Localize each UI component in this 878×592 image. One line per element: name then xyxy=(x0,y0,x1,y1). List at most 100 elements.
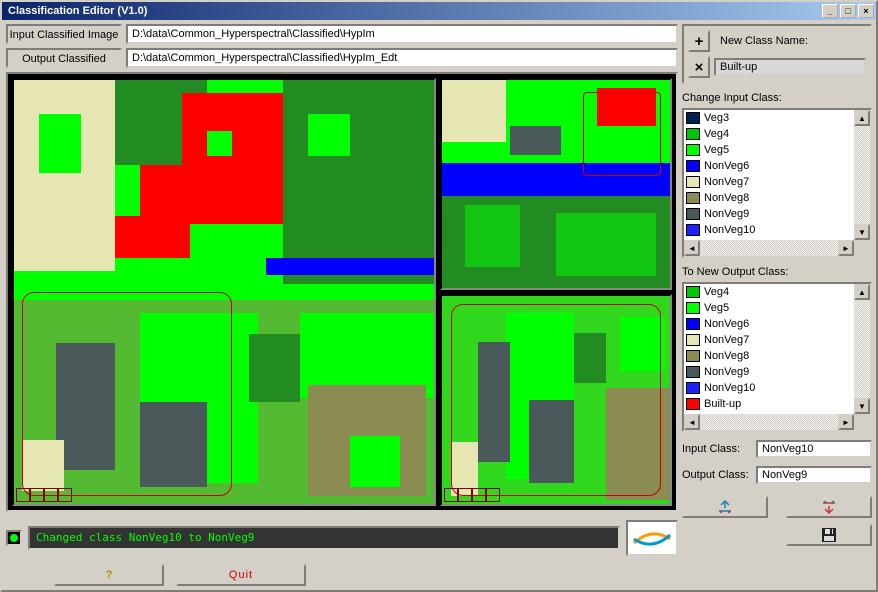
logo-icon xyxy=(626,520,678,556)
class-name: Veg5 xyxy=(704,144,729,156)
class-name: NonVeg7 xyxy=(704,176,749,188)
scroll-down-icon[interactable]: ▼ xyxy=(854,398,870,414)
scroll-right-icon[interactable]: ► xyxy=(838,240,854,256)
input-list-hscroll[interactable]: ◄► xyxy=(684,240,854,256)
scroll-right-icon[interactable]: ► xyxy=(838,414,854,430)
new-class-input[interactable]: Built-up xyxy=(714,58,866,76)
class-item[interactable]: Veg5 xyxy=(684,142,854,158)
help-icon: ? xyxy=(106,569,113,581)
output-class-list[interactable]: Veg4 Veg5 NonVeg6 NonVeg7 NonVeg8 NonVeg9 NonV… xyxy=(682,282,872,432)
detail-view[interactable] xyxy=(440,294,672,506)
class-swatch xyxy=(686,224,700,236)
class-item[interactable]: NonVeg10 xyxy=(684,380,854,396)
image-viewer-area xyxy=(6,72,678,512)
class-name: NonVeg10 xyxy=(704,382,755,394)
apply-button[interactable] xyxy=(682,496,768,518)
nav-grid-main[interactable] xyxy=(16,488,72,502)
save-button[interactable] xyxy=(786,524,872,546)
input-list-vscroll[interactable]: ▲▼ xyxy=(854,110,870,240)
class-swatch xyxy=(686,366,700,378)
floppy-icon xyxy=(821,527,837,543)
class-swatch xyxy=(686,350,700,362)
app-window: Classification Editor (V1.0) _ □ × Input… xyxy=(0,0,878,592)
class-name: Veg4 xyxy=(704,286,729,298)
quit-button[interactable]: Quit xyxy=(176,564,306,586)
input-image-label: Input Classified Image xyxy=(6,24,122,44)
class-item[interactable]: NonVeg6 xyxy=(684,316,854,332)
class-name: NonVeg6 xyxy=(704,318,749,330)
class-swatch xyxy=(686,128,700,140)
minimize-button[interactable]: _ xyxy=(822,4,838,18)
output-list-hscroll[interactable]: ◄► xyxy=(684,414,854,430)
class-item[interactable]: NonVeg9 xyxy=(684,364,854,380)
input-class-field[interactable]: NonVeg10 xyxy=(756,440,872,458)
class-name: NonVeg8 xyxy=(704,350,749,362)
class-item[interactable]: NonVeg9 xyxy=(684,206,854,222)
class-name: NonVeg6 xyxy=(704,160,749,172)
class-name: Built-up xyxy=(704,398,741,410)
class-item[interactable]: Built-up xyxy=(684,396,854,412)
new-class-label: New Class Name: xyxy=(714,35,866,47)
status-led xyxy=(6,530,22,546)
class-item[interactable]: NonVeg6 xyxy=(684,158,854,174)
input-class-label: Input Class: xyxy=(682,443,750,455)
left-pane: Input Classified Image D:\data\Common_Hy… xyxy=(6,24,678,586)
scroll-left-icon[interactable]: ◄ xyxy=(684,414,700,430)
output-class-field[interactable]: NonVeg9 xyxy=(756,466,872,484)
maximize-button[interactable]: □ xyxy=(840,4,856,18)
window-title: Classification Editor (V1.0) xyxy=(4,5,820,17)
class-swatch xyxy=(686,192,700,204)
main-classified-map xyxy=(14,80,434,504)
nav-grid-detail[interactable] xyxy=(444,488,500,502)
output-image-label: Output Classified Image xyxy=(6,48,122,68)
class-name: NonVeg8 xyxy=(704,192,749,204)
help-button[interactable]: ? xyxy=(54,564,164,586)
overview-view[interactable] xyxy=(440,78,672,290)
class-item[interactable]: Veg5 xyxy=(684,300,854,316)
class-item[interactable]: NonVeg10 xyxy=(684,222,854,238)
class-swatch xyxy=(686,286,700,298)
class-swatch xyxy=(686,302,700,314)
to-output-class-label: To New Output Class: xyxy=(682,266,872,278)
class-swatch xyxy=(686,160,700,172)
scroll-up-icon[interactable]: ▲ xyxy=(854,284,870,300)
detail-map xyxy=(442,296,670,504)
scroll-up-icon[interactable]: ▲ xyxy=(854,110,870,126)
class-swatch xyxy=(686,176,700,188)
class-swatch xyxy=(686,318,700,330)
class-name: Veg5 xyxy=(704,302,729,314)
output-list-vscroll[interactable]: ▲▼ xyxy=(854,284,870,414)
class-name: NonVeg9 xyxy=(704,366,749,378)
scroll-left-icon[interactable]: ◄ xyxy=(684,240,700,256)
right-pane: + New Class Name: × Built-up Change Inpu… xyxy=(682,24,872,586)
class-name: Veg4 xyxy=(704,128,729,140)
class-item[interactable]: NonVeg8 xyxy=(684,190,854,206)
add-class-button[interactable]: + xyxy=(688,30,710,52)
scroll-down-icon[interactable]: ▼ xyxy=(854,224,870,240)
class-name: NonVeg9 xyxy=(704,208,749,220)
undo-icon xyxy=(821,500,837,514)
class-item[interactable]: Veg4 xyxy=(684,284,854,300)
class-swatch xyxy=(686,208,700,220)
class-swatch xyxy=(686,112,700,124)
class-item[interactable]: NonVeg8 xyxy=(684,348,854,364)
class-item[interactable]: NonVeg7 xyxy=(684,332,854,348)
class-name: NonVeg7 xyxy=(704,334,749,346)
class-swatch xyxy=(686,398,700,410)
undo-button[interactable] xyxy=(786,496,872,518)
class-item[interactable]: Veg4 xyxy=(684,126,854,142)
input-image-path[interactable]: D:\data\Common_Hyperspectral\Classified\… xyxy=(126,24,678,44)
class-item[interactable]: NonVeg7 xyxy=(684,174,854,190)
output-image-path[interactable]: D:\data\Common_Hyperspectral\Classified\… xyxy=(126,48,678,68)
class-swatch xyxy=(686,382,700,394)
remove-class-button[interactable]: × xyxy=(688,56,710,78)
class-item[interactable]: Veg3 xyxy=(684,110,854,126)
close-button[interactable]: × xyxy=(858,4,874,18)
input-class-list[interactable]: Veg3 Veg4 Veg5 NonVeg6 NonVeg7 NonVeg8 NonVeg9… xyxy=(682,108,872,258)
new-class-panel: + New Class Name: × Built-up xyxy=(682,24,872,84)
change-input-class-label: Change Input Class: xyxy=(682,92,872,104)
apply-icon xyxy=(717,500,733,514)
class-name: Veg3 xyxy=(704,112,729,124)
main-view[interactable] xyxy=(12,78,436,506)
title-bar: Classification Editor (V1.0) _ □ × xyxy=(2,2,876,20)
